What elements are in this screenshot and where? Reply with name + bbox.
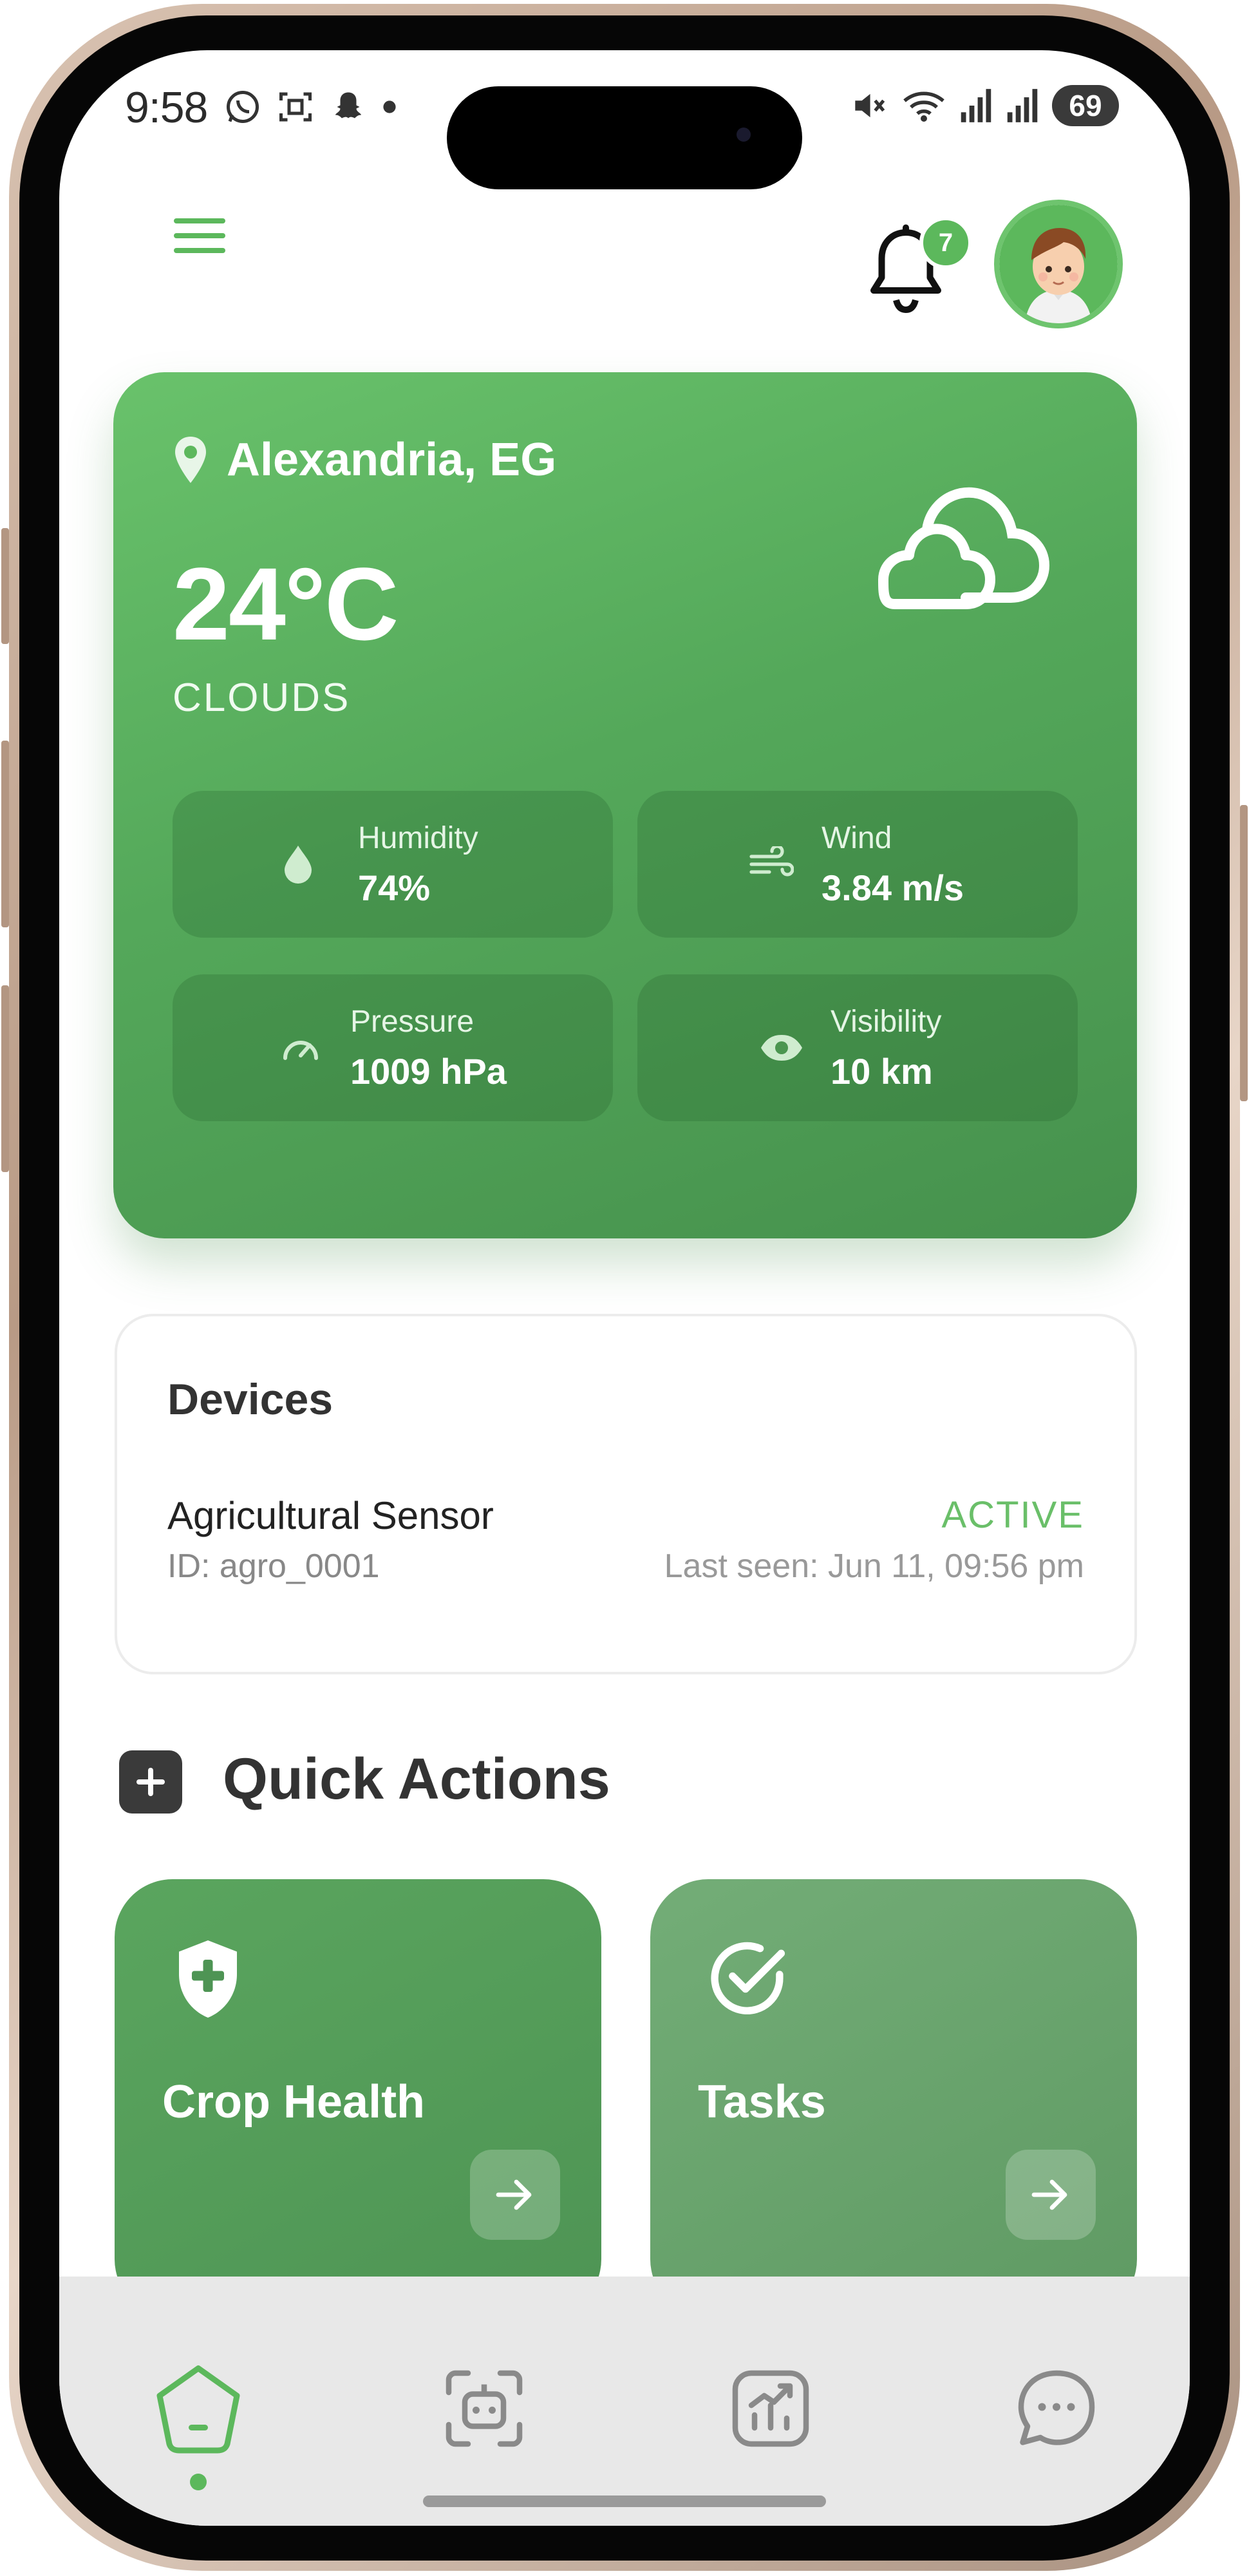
devices-title: Devices	[167, 1375, 333, 1424]
device-id: ID: agro_0001	[167, 1548, 380, 1585]
stat-label: Pressure	[350, 1005, 474, 1039]
status-time: 9:58	[125, 83, 208, 132]
clouds-icon	[869, 469, 1056, 620]
signal-icon-2	[1007, 89, 1038, 122]
shield-plus-icon	[173, 1937, 243, 2024]
gauge-icon	[283, 1041, 318, 1060]
nav-home[interactable]	[144, 2354, 253, 2463]
nav-chat[interactable]	[1002, 2354, 1111, 2463]
battery-indicator: 69	[1052, 85, 1119, 126]
tasks-card[interactable]: Tasks	[650, 1879, 1137, 2317]
status-system-icons: 69	[849, 85, 1119, 126]
chat-icon	[1018, 2370, 1095, 2445]
stat-value: 3.84 m/s	[822, 867, 964, 908]
bottom-nav	[59, 2277, 1190, 2526]
open-crop-health-button[interactable]	[470, 2150, 560, 2240]
nav-analytics[interactable]	[716, 2354, 825, 2463]
screen: 9:58 69 7 Alexandria, EG 24°C CLOUDS Hum…	[59, 50, 1190, 2526]
stat-pressure: Pressure 1009 hPa	[173, 974, 613, 1121]
stat-label: Humidity	[358, 821, 478, 855]
crop-health-card[interactable]: Crop Health	[115, 1879, 601, 2317]
device-status-badge: ACTIVE	[941, 1494, 1084, 1536]
user-avatar-icon	[999, 205, 1118, 323]
wind-icon	[749, 846, 794, 876]
volume-up-button	[1, 741, 9, 927]
screenshot-icon	[279, 92, 312, 122]
whatsapp-icon	[227, 91, 259, 123]
dot-icon	[383, 100, 396, 113]
plus-square-icon	[119, 1750, 182, 1814]
nav-scan[interactable]	[429, 2354, 539, 2463]
temperature: 24°C	[173, 546, 399, 661]
stat-label: Wind	[822, 821, 892, 855]
avatar[interactable]	[994, 200, 1123, 328]
chart-icon	[732, 2370, 809, 2447]
dynamic-island	[447, 86, 802, 189]
home-icon	[156, 2365, 240, 2454]
wifi-icon	[903, 91, 944, 122]
card-label: Crop Health	[162, 2076, 426, 2128]
card-label: Tasks	[698, 2076, 826, 2128]
stat-humidity: Humidity 74%	[173, 791, 613, 938]
stat-value: 10 km	[831, 1051, 933, 1092]
location-pin-icon	[175, 437, 206, 483]
device-name: Agricultural Sensor	[167, 1494, 494, 1537]
status-notification-icons	[223, 88, 397, 126]
stat-value: 1009 hPa	[350, 1051, 507, 1092]
arrow-right-icon	[496, 2179, 532, 2210]
eye-icon	[761, 1035, 802, 1061]
stat-wind: Wind 3.84 m/s	[637, 791, 1078, 938]
nav-active-indicator	[190, 2474, 207, 2490]
snapchat-icon	[335, 92, 361, 118]
volume-down-button	[1, 985, 9, 1172]
notification-badge: 7	[919, 216, 972, 269]
signal-icon	[961, 89, 991, 122]
weather-card[interactable]: Alexandria, EG 24°C CLOUDS Humidity 74% …	[113, 372, 1137, 1238]
droplet-icon	[285, 846, 312, 884]
action-button	[1, 528, 9, 644]
device-last-seen: Last seen: Jun 11, 09:56 pm	[664, 1548, 1084, 1585]
camera	[737, 128, 751, 142]
scan-bot-icon	[446, 2370, 523, 2447]
stat-label: Visibility	[831, 1005, 942, 1039]
mute-icon	[855, 93, 885, 118]
stat-value: 74%	[358, 867, 431, 908]
quick-actions-title: Quick Actions	[223, 1747, 610, 1812]
home-indicator[interactable]	[423, 2496, 826, 2507]
location-text: Alexandria, EG	[227, 434, 557, 486]
devices-card: Devices Agricultural Sensor ID: agro_000…	[115, 1314, 1137, 1674]
check-circle-icon	[708, 1937, 789, 2022]
weather-location: Alexandria, EG	[173, 433, 556, 486]
menu-button[interactable]	[169, 205, 230, 267]
weather-condition: CLOUDS	[173, 676, 351, 720]
hamburger-menu-icon	[174, 218, 225, 253]
power-button	[1240, 805, 1248, 1101]
stat-visibility: Visibility 10 km	[637, 974, 1078, 1121]
open-tasks-button[interactable]	[1006, 2150, 1096, 2240]
arrow-right-icon	[1031, 2179, 1067, 2210]
